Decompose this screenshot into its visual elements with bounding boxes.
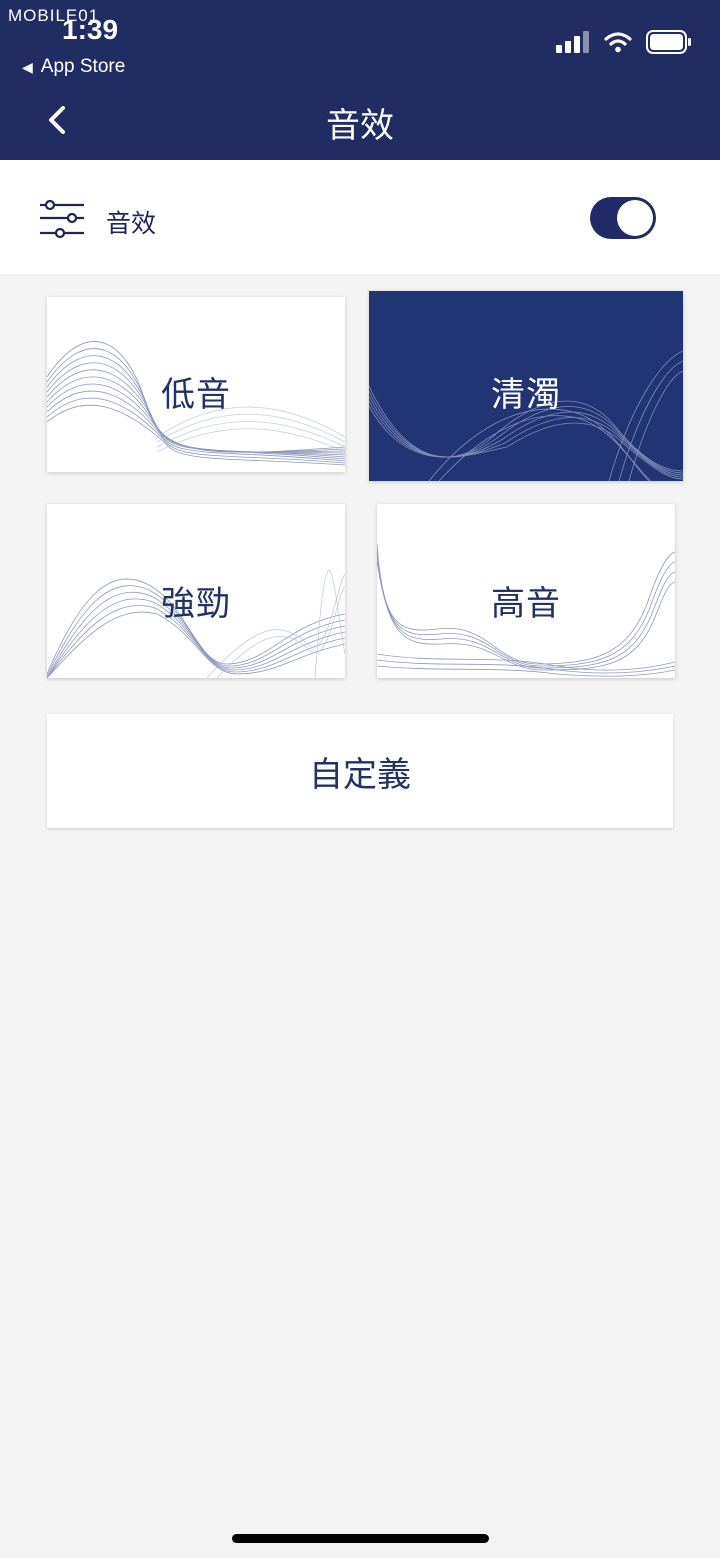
preset-card-powerful[interactable]: 強勁 xyxy=(47,504,345,678)
app-header: MOBILE01 1:39 ◀ App Store 音效 xyxy=(0,0,720,160)
custom-preset-button[interactable]: 自定義 xyxy=(47,714,673,828)
preset-label-bass: 低音 xyxy=(161,375,231,415)
back-to-app-link[interactable]: ◀ App Store xyxy=(22,56,125,78)
preset-label-treble: 高音 xyxy=(491,584,561,624)
preset-card-bass[interactable]: 低音 xyxy=(47,297,345,472)
preset-label-powerful: 強勁 xyxy=(161,584,231,624)
battery-icon xyxy=(646,30,691,54)
preset-label-clear: 清濁 xyxy=(491,375,561,415)
sound-effect-toggle[interactable] xyxy=(590,197,656,239)
equalizer-icon xyxy=(40,200,84,239)
page-title: 音效 xyxy=(326,106,394,146)
status-time: 1:39 xyxy=(62,14,119,45)
status-icons xyxy=(556,30,692,54)
toggle-knob xyxy=(617,200,653,236)
back-app-label: App Store xyxy=(40,56,126,77)
back-triangle-icon: ◀ xyxy=(22,58,33,75)
preset-card-clear[interactable]: 清濁 xyxy=(369,291,683,481)
sound-effect-row: 音效 xyxy=(0,160,720,274)
custom-label: 自定義 xyxy=(309,754,411,795)
wifi-icon xyxy=(604,32,632,53)
sound-effect-label: 音效 xyxy=(106,209,157,238)
home-indicator[interactable] xyxy=(232,1534,489,1543)
signal-icon xyxy=(556,31,589,53)
preset-card-treble[interactable]: 高音 xyxy=(377,504,675,678)
